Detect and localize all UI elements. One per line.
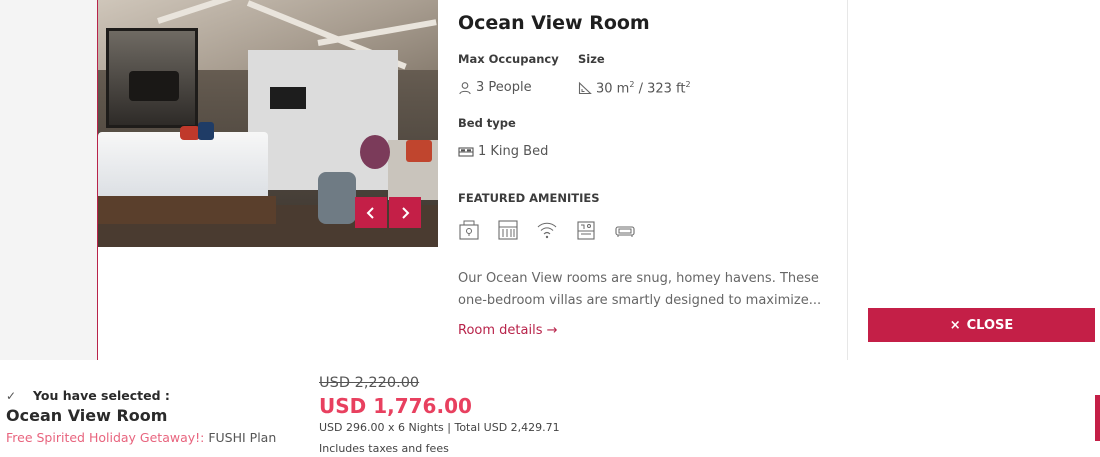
bed-value: 1 King Bed xyxy=(458,144,548,159)
safe-icon xyxy=(458,219,480,241)
selected-plan: Free Spirited Holiday Getaway!: FUSHI Pl… xyxy=(6,430,276,445)
photo-tv xyxy=(270,87,306,109)
gallery-next-button[interactable] xyxy=(389,197,421,228)
size-text: 30 m2 / 323 ft2 xyxy=(596,80,691,96)
room-description: Our Ocean View rooms are snug, homey hav… xyxy=(458,271,822,308)
check-icon: ✓ xyxy=(6,389,17,403)
photo-stool xyxy=(318,172,356,224)
room-title: Ocean View Room xyxy=(458,12,650,34)
photo-bed xyxy=(98,132,268,204)
photo-wall-art xyxy=(106,28,198,128)
room-photo xyxy=(98,0,438,247)
price-breakdown: USD 296.00 x 6 Nights | Total USD 2,429.… xyxy=(319,421,560,434)
close-button[interactable]: × CLOSE xyxy=(868,308,1095,342)
ruler-area-icon xyxy=(578,81,592,95)
occupancy-value: 3 People xyxy=(458,80,532,95)
panel-divider xyxy=(847,0,848,360)
original-price: USD 2,220.00 xyxy=(319,375,420,391)
room-details-link[interactable]: Room details → xyxy=(458,323,558,338)
bed-type-label: Bed type xyxy=(458,116,516,130)
amenities-list xyxy=(458,219,636,241)
edge-accent xyxy=(1095,395,1100,441)
tax-note: Includes taxes and fees xyxy=(319,442,449,455)
close-label: CLOSE xyxy=(966,317,1014,333)
plan-name: FUSHI Plan xyxy=(204,430,277,445)
photo-chair xyxy=(360,135,390,169)
size-sup: 2 xyxy=(685,80,691,89)
current-price: USD 1,776.00 xyxy=(319,394,472,418)
gallery-prev-button[interactable] xyxy=(355,197,387,228)
person-icon xyxy=(459,81,471,94)
featured-amenities-label: FEATURED AMENITIES xyxy=(458,191,600,205)
photo-wall xyxy=(248,50,398,190)
bed-icon xyxy=(458,146,474,157)
photo-bed-base xyxy=(98,196,276,224)
size-label: Size xyxy=(578,52,605,66)
minibar-icon xyxy=(497,219,519,241)
plan-prefix: Free Spirited Holiday Getaway!: xyxy=(6,430,205,445)
max-occupancy-label: Max Occupancy xyxy=(458,52,559,66)
close-icon: × xyxy=(949,317,961,333)
size-metric: 30 m xyxy=(596,81,630,97)
selected-label: You have selected : xyxy=(33,388,170,403)
occupancy-text: 3 People xyxy=(476,80,532,95)
wifi-icon xyxy=(536,219,558,241)
sofa-icon xyxy=(614,219,636,241)
selected-room-name: Ocean View Room xyxy=(6,406,168,425)
chevron-right-icon xyxy=(402,206,410,219)
size-imperial: / 323 ft xyxy=(634,81,686,97)
photo-pillow xyxy=(180,126,200,140)
left-gutter xyxy=(0,0,98,360)
chevron-left-icon xyxy=(366,206,374,219)
bathtub-icon xyxy=(575,219,597,241)
bed-text: 1 King Bed xyxy=(478,144,549,159)
photo-pillow xyxy=(198,122,214,140)
size-value: 30 m2 / 323 ft2 xyxy=(578,80,691,96)
photo-cushion xyxy=(406,140,432,162)
